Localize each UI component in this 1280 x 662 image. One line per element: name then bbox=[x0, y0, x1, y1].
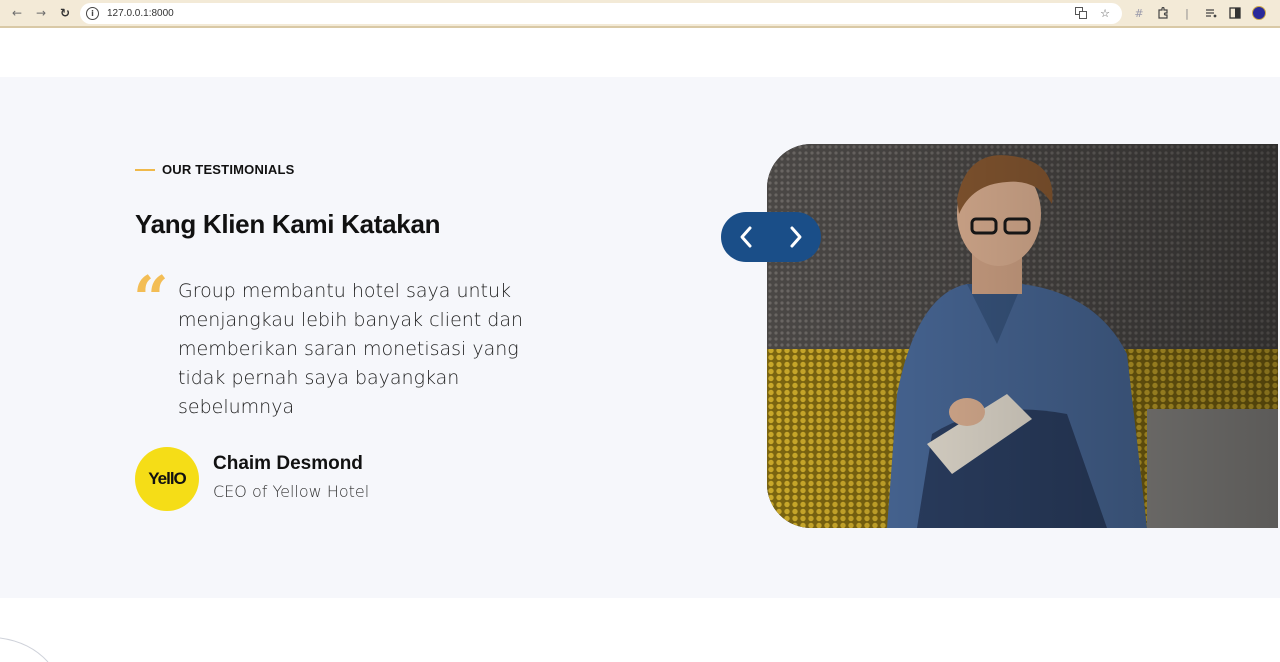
next-button[interactable] bbox=[781, 222, 811, 252]
translate-icon[interactable] bbox=[1074, 6, 1088, 20]
forward-icon[interactable]: → bbox=[32, 4, 50, 22]
section-eyebrow: OUR TESTIMONIALS bbox=[135, 162, 294, 177]
eyebrow-line bbox=[135, 168, 155, 171]
info-icon[interactable]: i bbox=[86, 7, 99, 20]
extension-icon[interactable]: # bbox=[1132, 6, 1146, 20]
author-name: Chaim Desmond bbox=[213, 453, 363, 474]
sidebar-icon[interactable] bbox=[1228, 6, 1242, 20]
bookmark-star-icon[interactable]: ☆ bbox=[1098, 6, 1112, 20]
back-icon[interactable]: ← bbox=[8, 4, 26, 22]
slider-nav bbox=[721, 212, 821, 262]
browser-toolbar: ← → ↻ i 127.0.0.1:8000 ☆ # | ⋮ bbox=[0, 0, 1280, 28]
section-heading: Yang Klien Kami Katakan bbox=[135, 209, 441, 239]
eyebrow-text: OUR TESTIMONIALS bbox=[162, 162, 295, 177]
decorative-curve bbox=[0, 637, 49, 662]
reload-icon[interactable]: ↻ bbox=[56, 4, 74, 22]
testimonial-photo bbox=[767, 144, 1278, 528]
profile-icon[interactable] bbox=[1252, 6, 1266, 20]
address-bar[interactable]: i 127.0.0.1:8000 ☆ bbox=[80, 3, 1122, 24]
author-role: CEO of Yellow Hotel bbox=[213, 482, 370, 501]
prev-button[interactable] bbox=[731, 222, 761, 252]
menu-icon[interactable]: ⋮ bbox=[1274, 6, 1280, 20]
yellow-hotel-logo: YellO bbox=[148, 469, 187, 488]
quote-icon: “ bbox=[133, 262, 169, 335]
url-text: 127.0.0.1:8000 bbox=[107, 8, 174, 19]
avatar: YellO bbox=[135, 447, 199, 511]
separator: | bbox=[1185, 6, 1189, 20]
extensions-puzzle-icon[interactable] bbox=[1156, 6, 1170, 20]
media-icon[interactable] bbox=[1204, 6, 1218, 20]
chevron-right-icon bbox=[790, 226, 802, 248]
chevron-left-icon bbox=[740, 226, 752, 248]
photo-illustration bbox=[767, 144, 1278, 528]
testimonial-quote: Group membantu hotel saya untuk menjangk… bbox=[178, 280, 524, 418]
